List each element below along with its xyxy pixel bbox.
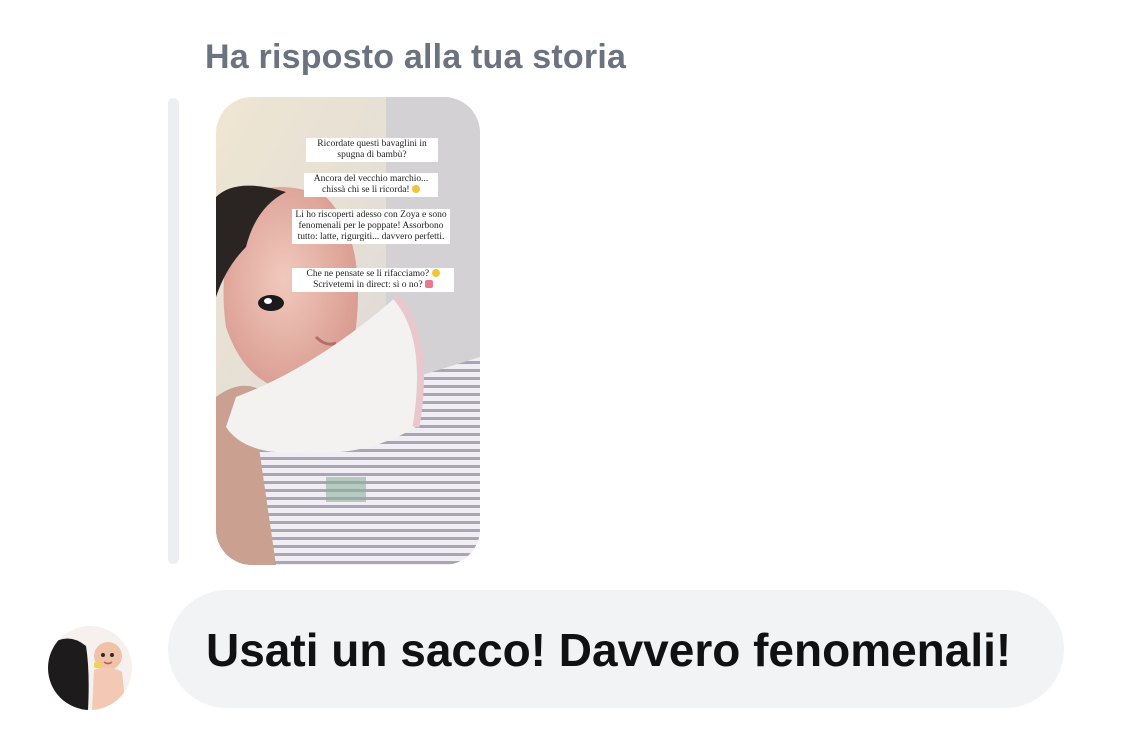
story-quote-bar: [168, 98, 179, 564]
reply-label: Ha risposto alla tua storia: [205, 38, 627, 76]
story-caption-4-line1: Che ne pensate se li rifacciamo?: [306, 269, 430, 279]
story-caption-4: Che ne pensate se li rifacciamo? Scrivet…: [292, 268, 454, 292]
story-caption-3: Li ho riscoperti adesso con Zoya e sono …: [292, 209, 450, 244]
smile-emoji-icon: [431, 269, 440, 277]
story-caption-1: Ricordate questi bavaglini in spugna di …: [306, 138, 438, 162]
heart-emoji-icon: [424, 280, 433, 288]
story-caption-2-text: Ancora del vecchio marchio... chissà chi…: [313, 174, 429, 195]
message-bubble[interactable]: Usati un sacco! Davvero fenomenali!: [168, 590, 1064, 708]
user-avatar-icon[interactable]: [48, 626, 132, 710]
smile-emoji-icon: [411, 185, 420, 193]
story-caption-2: Ancora del vecchio marchio... chissà chi…: [304, 173, 438, 197]
message-text: Usati un sacco! Davvero fenomenali!: [206, 624, 1012, 676]
story-caption-4-line2: Scrivetemi in direct: sì o no?: [313, 280, 423, 290]
message-row: Usati un sacco! Davvero fenomenali!: [0, 590, 1127, 710]
story-photo: [216, 97, 480, 565]
story-preview[interactable]: Ricordate questi bavaglini in spugna di …: [216, 97, 480, 565]
